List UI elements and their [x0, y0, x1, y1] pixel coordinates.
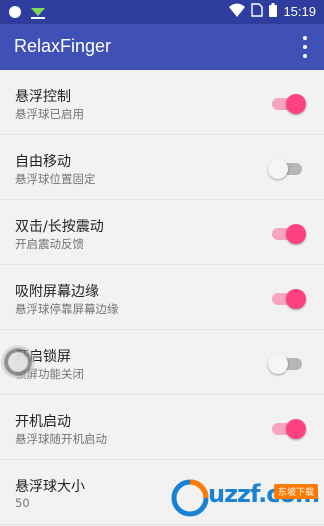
- setting-floating-control[interactable]: 悬浮控制 悬浮球已启用: [0, 70, 324, 135]
- edge-snap-switch[interactable]: [270, 289, 306, 309]
- status-bar: 15:19: [0, 0, 324, 24]
- setting-title: 开机启动: [15, 414, 71, 430]
- boot-start-switch[interactable]: [270, 419, 306, 439]
- setting-free-move[interactable]: 自由移动 悬浮球位置固定: [0, 135, 324, 200]
- setting-boot-start[interactable]: 开机启动 悬浮球随开机启动: [0, 395, 324, 460]
- setting-title: 悬浮控制: [15, 89, 71, 105]
- wifi-icon: [229, 3, 246, 20]
- sim-icon: [251, 3, 264, 20]
- circle-icon: [8, 4, 22, 23]
- watermark-badge: 东坡下载: [273, 484, 318, 499]
- floating-ball-icon[interactable]: [1, 345, 35, 379]
- setting-summary: 悬浮球位置固定: [15, 172, 96, 186]
- setting-summary: 悬浮球停靠屏幕边缘: [15, 302, 119, 316]
- setting-edge-snap[interactable]: 吸附屏幕边缘 悬浮球停靠屏幕边缘: [0, 265, 324, 330]
- settings-list: 悬浮控制 悬浮球已启用 自由移动 悬浮球位置固定 双击/长按震动 开启震动反馈 …: [0, 70, 324, 526]
- watermark-swirl-icon: [171, 479, 209, 517]
- setting-vibration[interactable]: 双击/长按震动 开启震动反馈: [0, 200, 324, 265]
- setting-summary: 50: [15, 496, 30, 510]
- setting-summary: 悬浮球随开机启动: [15, 432, 107, 446]
- setting-title: 悬浮球大小: [15, 479, 85, 495]
- app-bar: RelaxFinger: [0, 24, 324, 70]
- setting-summary: 悬浮球已启用: [15, 107, 84, 121]
- app-title: RelaxFinger: [14, 36, 112, 56]
- overflow-menu-icon[interactable]: [300, 36, 310, 58]
- clock: 15:19: [283, 4, 316, 19]
- setting-title: 双击/长按震动: [15, 219, 104, 235]
- free-move-switch[interactable]: [268, 159, 304, 179]
- floating-control-switch[interactable]: [270, 94, 306, 114]
- lock-screen-switch[interactable]: [268, 354, 304, 374]
- setting-title: 吸附屏幕边缘: [15, 284, 99, 300]
- battery-icon: [269, 3, 278, 20]
- setting-lock-screen[interactable]: 开启锁屏 锁屏功能关闭: [0, 330, 324, 395]
- setting-title: 自由移动: [15, 154, 71, 170]
- vibration-switch[interactable]: [270, 224, 306, 244]
- setting-summary: 开启震动反馈: [15, 237, 84, 251]
- download-icon: [30, 4, 46, 23]
- watermark-logo: uzzf.com 东坡下载: [170, 478, 320, 518]
